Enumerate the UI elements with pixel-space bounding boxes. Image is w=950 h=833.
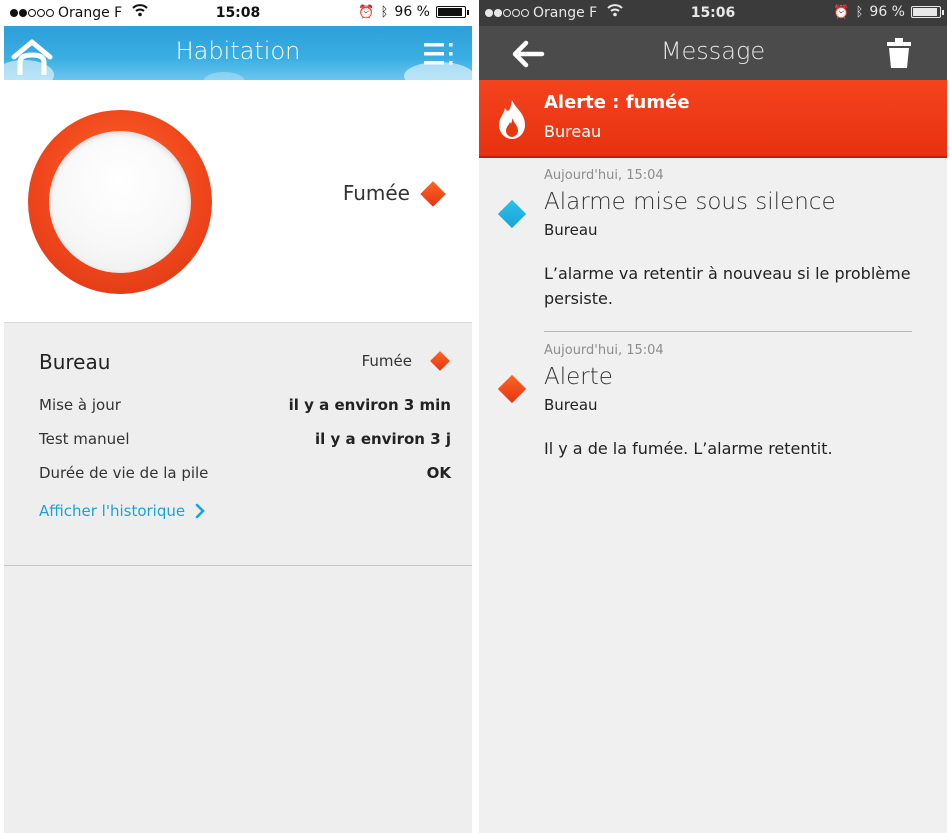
page-title: Message (660, 37, 766, 65)
message-room: Bureau (544, 221, 598, 239)
device-state-label: Fumée (342, 181, 410, 205)
message-title: Alarme mise sous silence (544, 189, 836, 215)
smoke-status-icon (420, 181, 446, 207)
alert-room: Bureau (544, 122, 602, 141)
chevron-right-icon (195, 503, 205, 519)
message-item[interactable]: Aujourd'hui, 15:04 Alarme mise sous sile… (479, 168, 947, 308)
silenced-status-icon (497, 199, 527, 229)
detail-row-manual-test: Test manuel il y a environ 3 j (39, 430, 451, 448)
device-card: Fumée (4, 80, 472, 323)
alert-status-icon (497, 374, 527, 404)
status-bar: Orange F 15:06 ⏰ ᛒ 96 % (479, 0, 947, 26)
alert-title: Alerte : fumée (544, 92, 690, 113)
message-room: Bureau (544, 396, 598, 414)
home-screen: Orange F 15:08 ⏰ ᛒ 96 % Habitation Fumée… (4, 0, 472, 833)
detail-label: Durée de vie de la pile (39, 464, 209, 482)
nav-header: Habitation (4, 26, 472, 90)
message-body: L’alarme va retentir à nouveau si le pro… (544, 264, 911, 308)
smoke-alarm-center (49, 131, 191, 273)
menu-icon[interactable] (424, 42, 454, 66)
page-title: Habitation (175, 37, 301, 65)
battery-icon (436, 6, 469, 18)
detail-value: il y a environ 3 j (314, 430, 451, 448)
message-timestamp: Aujourd'hui, 15:04 (544, 343, 664, 358)
message-screen: Orange F 15:06 ⏰ ᛒ 96 % Message Alerte:… (479, 0, 947, 833)
alarm-clock-icon: ⏰ (358, 4, 375, 20)
bluetooth-icon: ᛒ (855, 4, 864, 20)
smoke-alarm-ring[interactable] (28, 110, 212, 294)
detail-row-battery-life: Durée de vie de la pile OK (39, 464, 451, 482)
message-timestamp: Aujourd'hui, 15:04 (544, 168, 664, 183)
trash-icon[interactable] (887, 38, 911, 68)
history-link-label: Afficher l'historique (39, 502, 186, 520)
battery-percent: 96 % (394, 4, 430, 20)
battery-icon (911, 6, 944, 18)
bluetooth-icon: ᛒ (380, 4, 389, 20)
alert-banner: Alerte : fumée Bureau (479, 80, 947, 158)
flame-icon (499, 100, 525, 139)
battery-percent: 96 % (869, 4, 905, 20)
room-name: Bureau (39, 350, 111, 374)
detail-label: Test manuel (39, 430, 130, 448)
detail-value: il y a environ 3 min (288, 396, 451, 414)
device-details: Bureau Fumée Mise à jour il y a environ … (4, 324, 472, 566)
history-link[interactable]: Afficher l'historique (39, 502, 205, 520)
message-divider (544, 331, 912, 332)
message-title: Alerte (544, 364, 613, 390)
message-body: Il y a de la fumée. L’alarme retentit. (544, 439, 833, 458)
room-status: Fumée (361, 352, 412, 370)
message-item[interactable]: Aujourd'hui, 15:04 Alerte Bureau Il y a … (479, 343, 947, 463)
detail-row-update: Mise à jour il y a environ 3 min (39, 396, 451, 414)
detail-value: OK (426, 464, 451, 482)
detail-label: Mise à jour (39, 396, 121, 414)
nav-header: Message (479, 26, 947, 80)
status-bar: Orange F 15:08 ⏰ ᛒ 96 % (4, 0, 472, 26)
alarm-clock-icon: ⏰ (833, 4, 850, 20)
room-status-icon (430, 351, 450, 371)
